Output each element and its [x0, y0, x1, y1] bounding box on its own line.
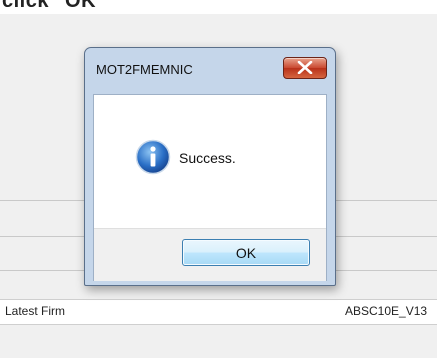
close-button[interactable] — [283, 57, 327, 79]
caption-text: click "OK" — [2, 0, 107, 12]
firmware-row-label: Latest Firm — [5, 304, 66, 318]
close-icon — [297, 61, 313, 74]
dialog-footer: OK — [94, 228, 326, 281]
firmware-row-value: ABSC10E_V13 — [345, 304, 428, 318]
info-icon — [135, 139, 171, 175]
firmware-row: Latest Firm ABSC10E_V13 — [0, 299, 437, 325]
dialog-title: MOT2FMEMNIC — [96, 62, 193, 77]
dialog-message: Success. — [179, 150, 236, 166]
caption-strip: click "OK" — [0, 0, 437, 14]
ok-button[interactable]: OK — [182, 239, 310, 266]
dialog-body: Success. OK — [93, 94, 327, 281]
message-dialog: MOT2FMEMNIC Success. OK — [84, 47, 336, 286]
